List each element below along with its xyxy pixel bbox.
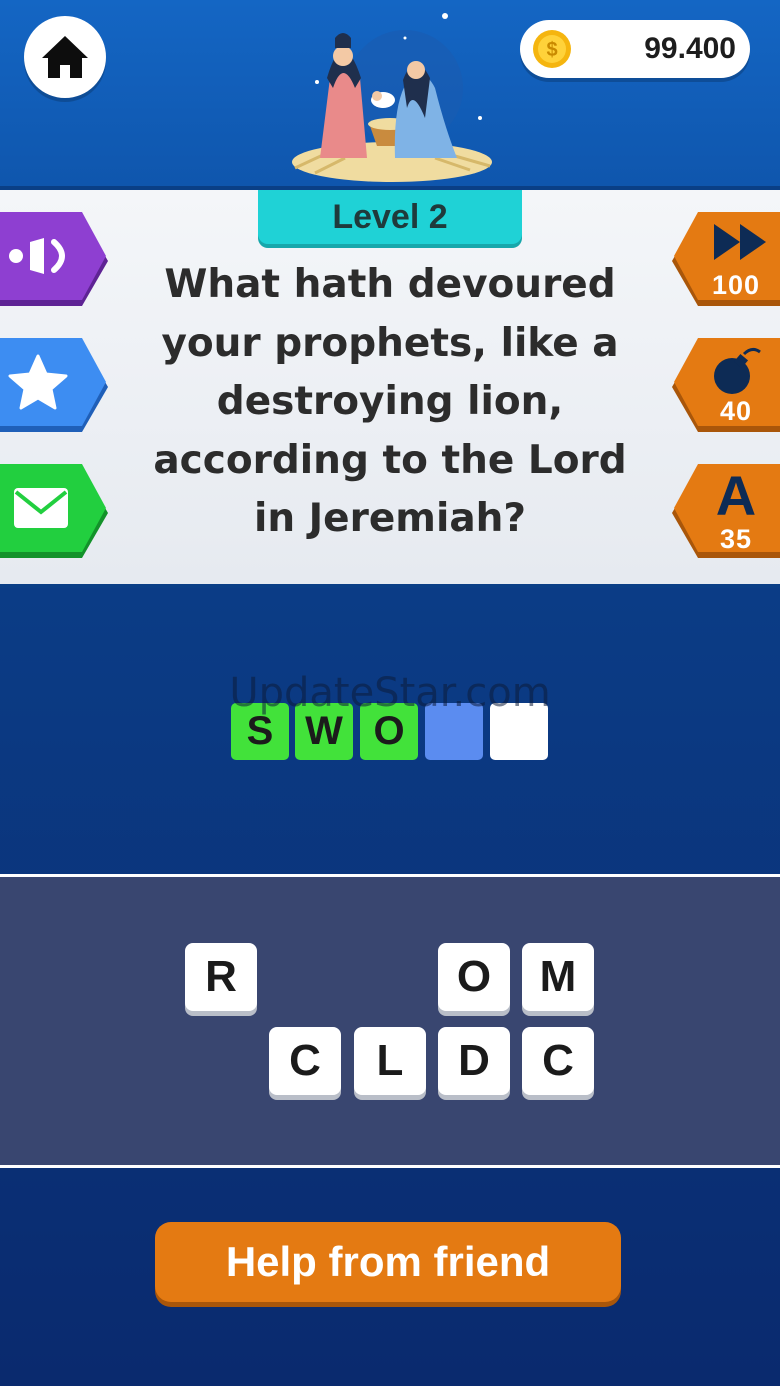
level-label: Level 2	[258, 190, 522, 244]
share-button[interactable]	[0, 464, 110, 562]
home-icon	[42, 36, 88, 78]
letter-tile[interactable]: D	[438, 1027, 510, 1095]
letter-tile[interactable]: O	[438, 943, 510, 1011]
reveal-letter-button[interactable]: A 35	[670, 464, 780, 562]
answer-slot[interactable]: S	[231, 703, 289, 760]
favorite-button[interactable]	[0, 338, 110, 436]
letter-tile[interactable]: L	[354, 1027, 426, 1095]
question-panel: Level 2 What hath devoured your prophets…	[0, 190, 780, 588]
letter-tile[interactable]: C	[269, 1027, 341, 1095]
question-text: What hath devoured your prophets, like a…	[153, 262, 627, 541]
answer-slot[interactable]	[490, 703, 548, 760]
skip-level-cost: 100	[711, 270, 761, 300]
reveal-letter-cost: 35	[719, 524, 753, 554]
letter-tile[interactable]: M	[522, 943, 594, 1011]
answer-slot[interactable]: W	[295, 703, 353, 760]
speaker-icon	[9, 238, 65, 274]
skip-level-button[interactable]: 100	[670, 212, 780, 310]
coin-symbol: $	[546, 39, 557, 61]
sound-button[interactable]	[0, 212, 110, 310]
answer-slot[interactable]: O	[360, 703, 418, 760]
letter-a-icon: A	[715, 464, 757, 527]
coin-balance[interactable]: $ 99.400	[520, 20, 750, 78]
remove-letters-cost: 40	[719, 396, 753, 426]
fast-forward-icon	[714, 224, 766, 260]
help-from-friend-button[interactable]: Help from friend	[155, 1222, 621, 1302]
remove-letters-button[interactable]: 40	[670, 338, 780, 436]
home-button[interactable]	[24, 16, 106, 98]
nativity-illustration	[292, 13, 492, 182]
coin-icon: $	[533, 30, 571, 68]
letter-tile[interactable]: R	[185, 943, 257, 1011]
letter-tile[interactable]: C	[522, 1027, 594, 1095]
bomb-icon	[714, 347, 761, 394]
answer-slot[interactable]	[425, 703, 483, 760]
letter-pool: R O M C L D C	[0, 874, 780, 1168]
envelope-icon	[14, 488, 68, 528]
star-icon	[8, 354, 68, 410]
coin-count: 99.400	[644, 32, 736, 65]
top-bar: $ 99.400	[0, 0, 780, 190]
